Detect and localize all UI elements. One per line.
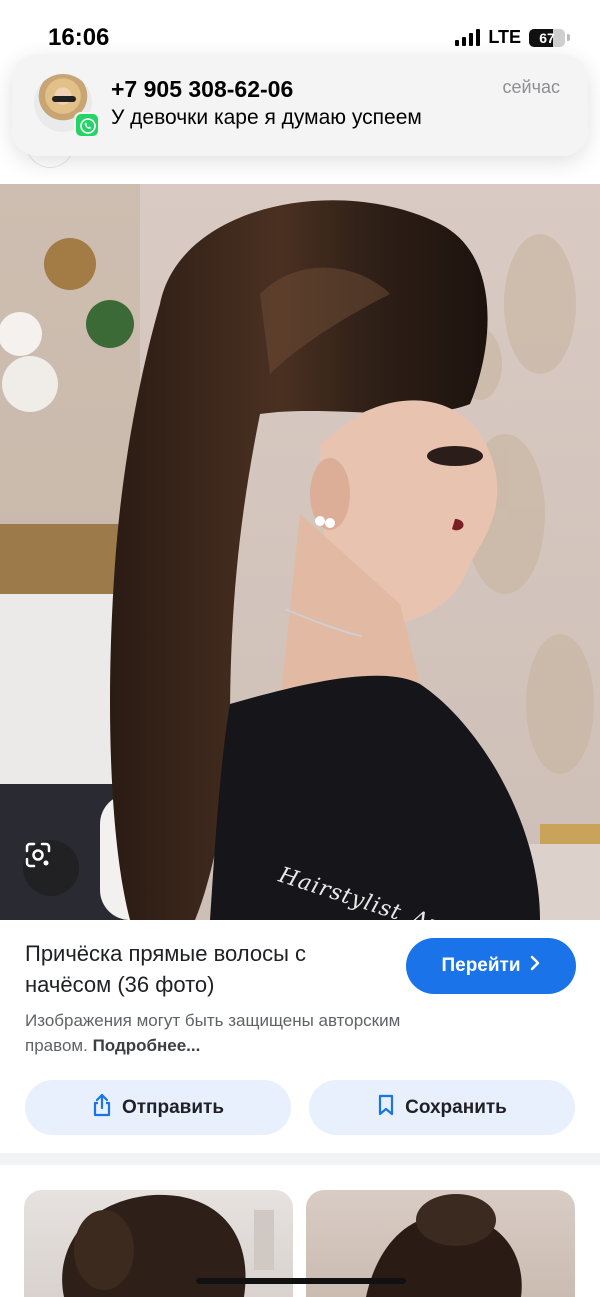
share-label: Отправить xyxy=(121,1096,225,1118)
signal-icon xyxy=(455,29,481,46)
battery-icon: 67 xyxy=(529,28,565,47)
notification-message: У девочки каре я думаю успеем xyxy=(111,106,422,129)
battery-cap xyxy=(567,34,570,41)
message-notification[interactable]: +7 905 308-62-06 У девочки каре я думаю … xyxy=(12,54,588,156)
whatsapp-icon xyxy=(74,112,100,138)
more-link[interactable]: Подробнее... xyxy=(93,1036,201,1055)
home-indicator[interactable] xyxy=(196,1278,406,1284)
main-image[interactable]: Hairstylist_Ani xyxy=(0,184,600,920)
hairstyle-photo xyxy=(0,184,600,920)
go-button[interactable]: Перейти xyxy=(406,938,576,994)
status-indicators: LTE 67 xyxy=(455,27,570,48)
bookmark-icon xyxy=(377,1094,395,1122)
save-label: Сохранить xyxy=(405,1096,507,1118)
copyright-notice: Изображения могут быть защищены авторски… xyxy=(25,1008,465,1058)
share-icon xyxy=(92,1093,112,1123)
chevron-right-icon xyxy=(529,955,541,977)
status-time: 16:06 xyxy=(48,24,110,51)
notification-time: сейчас xyxy=(502,77,560,97)
section-divider xyxy=(0,1153,600,1165)
battery-level: 67 xyxy=(539,29,555,46)
save-button[interactable]: Сохранить xyxy=(309,1080,575,1135)
lens-icon[interactable] xyxy=(23,840,79,896)
share-button[interactable]: Отправить xyxy=(25,1080,291,1135)
go-button-label: Перейти xyxy=(441,955,521,976)
network-type: LTE xyxy=(488,27,521,47)
result-title[interactable]: Причёска прямые волосы с начёсом (36 фот… xyxy=(25,938,385,1000)
status-bar: 16:06 LTE 67 xyxy=(0,0,600,60)
notification-sender: +7 905 308-62-06 xyxy=(111,76,294,102)
copyright-text: Изображения могут быть защищены авторски… xyxy=(25,1011,401,1055)
